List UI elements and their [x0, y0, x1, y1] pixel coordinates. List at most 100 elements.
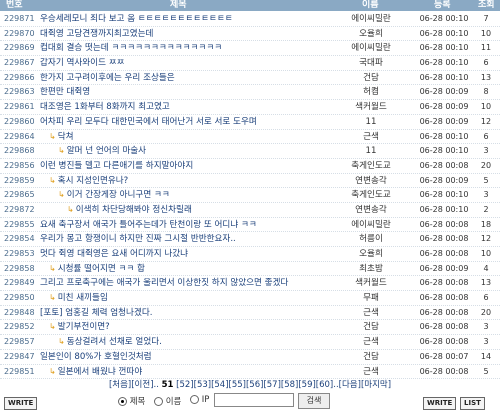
post-author[interactable]: 오율희	[330, 247, 412, 262]
post-title-link[interactable]: 알머 넌 언어의 마술사	[67, 146, 146, 156]
post-title-cell[interactable]: 갑자기 역사와이드 ㅉㅉ	[40, 56, 330, 71]
post-title-link[interactable]: 이런 병진들 델고 다른애기를 하지말아야지	[40, 161, 193, 171]
post-title-link[interactable]: 우리가 몽고 항쟁이니 하지만 진짜 그시절 반반한요자..	[40, 234, 236, 244]
post-title-link[interactable]: 멋다 쥑영 대쥑영은 요새 어디까지 나갔냐	[40, 249, 188, 259]
radio-ip[interactable]	[190, 395, 199, 404]
post-title-cell[interactable]: 한편만 대쥑영	[40, 85, 330, 100]
post-author[interactable]: 국대파	[330, 56, 412, 71]
post-title-link[interactable]: 미친 새끼들임	[58, 293, 108, 303]
post-author[interactable]: 근색	[330, 306, 412, 321]
post-title-link[interactable]: 동상걸려서 선채로 얼었다.	[67, 337, 162, 347]
post-title-cell[interactable]: ↳ 발기부전이면?	[40, 320, 339, 335]
pagination-prev[interactable]: [이전]..	[131, 380, 159, 390]
post-title-link[interactable]: 갑자기 역사와이드 ㅉㅉ	[40, 58, 125, 68]
post-author[interactable]: 근색	[330, 130, 412, 145]
post-title-cell[interactable]: 멋다 쥑영 대쥑영은 요새 어디까지 나갔냐	[40, 247, 330, 262]
post-title-link[interactable]: 이색히 차단당해봐야 정신차릴래	[76, 205, 192, 215]
post-title-cell[interactable]: ↳ 이색히 차단당해봐야 정신차릴래	[40, 203, 357, 218]
search-button[interactable]: 검색	[298, 393, 330, 409]
post-title-cell[interactable]: ↳ 혹시 지성인면유나?	[40, 174, 339, 189]
post-title-link[interactable]: 혹시 지성인면유나?	[58, 176, 129, 186]
post-title-link[interactable]: 한가지 고구려이후에는 우리 조상들은	[40, 73, 175, 83]
post-author[interactable]: 건담	[330, 320, 412, 335]
post-author[interactable]: 축게인도교	[330, 159, 412, 174]
post-title-link[interactable]: 발기부전이면?	[58, 322, 110, 332]
post-title-cell[interactable]: ↳ 알머 넌 언어의 마술사	[40, 144, 348, 159]
pagination-page[interactable]: [59]	[298, 380, 315, 390]
post-author[interactable]: 11	[330, 144, 412, 159]
post-title-link[interactable]: 시청률 떨어지면 ㅋㅋ 합	[58, 264, 145, 274]
post-title-cell[interactable]: ↳ 동상걸려서 선채로 얼었다.	[40, 335, 348, 350]
pagination-page[interactable]: [55]	[229, 380, 246, 390]
post-title-cell[interactable]: 그리고 프로축구에는 애국가 울리면서 이상한짓 하지 않았으면 좋겠다	[40, 276, 330, 291]
post-title-cell[interactable]: 한가지 고구려이후에는 우리 조상들은	[40, 71, 330, 86]
post-author[interactable]: 에이씨밀란	[330, 41, 412, 56]
pagination-first[interactable]: [처음]	[109, 380, 131, 390]
pagination-page[interactable]: [54]	[211, 380, 228, 390]
post-title-cell[interactable]: 대조영은 1화부터 8화까지 최고였고	[40, 100, 330, 115]
post-title-cell[interactable]: 우승세레모니 죄다 보고 옴 ㅌㅌㅌㅌㅌㅌㅌㅌㅌㅌㅌㅌ	[40, 12, 330, 27]
post-title-link[interactable]: 한편만 대쥑영	[40, 87, 90, 97]
pagination-page[interactable]: [53]	[194, 380, 211, 390]
post-title-link[interactable]: 일본에서 배웠냐 껀따야	[58, 367, 143, 377]
post-author[interactable]: 축게인도교	[330, 188, 412, 203]
post-title-link[interactable]: 어차피 우리 모두다 대한민국에서 태어난거 서로 서로 도우며	[40, 117, 257, 127]
post-author[interactable]: 연변송각	[330, 203, 412, 218]
write-button-right[interactable]: WRITE	[423, 397, 457, 410]
pagination-page[interactable]: [56]	[246, 380, 263, 390]
post-title-link[interactable]: [포토] 엄홍길 체력 엄청나겠다.	[40, 308, 153, 318]
post-title-link[interactable]: 그리고 프로축구에는 애국가 울리면서 이상한짓 하지 않았으면 좋겠다	[40, 278, 288, 288]
post-title-cell[interactable]: ↳ 미친 새끼들임	[40, 291, 339, 306]
post-title-link[interactable]: 대쥑영 고당견쟁까지최고였는데	[40, 29, 153, 39]
post-author[interactable]: 에이씨밀란	[330, 12, 412, 27]
post-author[interactable]: 색커월드	[330, 276, 412, 291]
post-title-cell[interactable]: 요새 축구장서 애국가 틀어주는데가 탄천이랑 또 어디냐 ㅋㅋ	[40, 218, 330, 233]
post-author[interactable]: 색커월드	[330, 100, 412, 115]
post-title-cell[interactable]: 대쥑영 고당견쟁까지최고였는데	[40, 27, 330, 42]
post-title-link[interactable]: 요새 축구장서 애국가 틀어주는데가 탄천이랑 또 어디냐 ㅋㅋ	[40, 220, 257, 230]
post-author[interactable]: 허름이	[330, 232, 412, 247]
post-author[interactable]: 건담	[330, 71, 412, 86]
post-title-cell[interactable]: 컵대회 결승 떳는데 ㅋㅋㅋㅋㅋㅋㅋㅋㅋㅋㅋㅋㅋㅋ	[40, 41, 330, 56]
post-author[interactable]: 근색	[330, 335, 412, 350]
post-author[interactable]: 에이씨밀란	[330, 218, 412, 233]
pagination-page[interactable]: [60]	[316, 380, 333, 390]
radio-title[interactable]	[118, 397, 127, 406]
post-title-cell[interactable]: ↳ 이거 간장게장 아니구면 ㅋㅋ	[40, 188, 348, 203]
radio-name[interactable]	[154, 397, 163, 406]
pagination-last[interactable]: [마지막]	[361, 380, 391, 390]
post-title-cell[interactable]: [포토] 엄홍길 체력 엄청나겠다.	[40, 306, 330, 321]
post-author[interactable]: 허켬	[330, 85, 412, 100]
pagination-next[interactable]: ..[다음]	[333, 380, 361, 390]
post-author[interactable]: 오율희	[330, 27, 412, 42]
search-option-name[interactable]: 이름	[154, 395, 181, 407]
post-title-cell[interactable]: ↳ 닥쳐	[40, 130, 339, 145]
post-author[interactable]: 11	[330, 115, 412, 130]
post-author[interactable]: 건담	[330, 350, 412, 365]
post-title-link[interactable]: 닥쳐	[58, 132, 74, 142]
post-author[interactable]: 최초밤	[330, 262, 412, 277]
post-title-link[interactable]: 우승세레모니 죄다 보고 옴 ㅌㅌㅌㅌㅌㅌㅌㅌㅌㅌㅌㅌ	[40, 14, 233, 24]
post-author[interactable]: 무패	[330, 291, 412, 306]
post-title-cell[interactable]: 어차피 우리 모두다 대한민국에서 태어난거 서로 서로 도우며	[40, 115, 330, 130]
pagination-page[interactable]: [58]	[281, 380, 298, 390]
write-button-left[interactable]: WRITE	[4, 397, 38, 410]
post-title-cell[interactable]: 이런 병진들 델고 다른애기를 하지말아야지	[40, 159, 330, 174]
post-title-cell[interactable]: ↳ 일본에서 배웠냐 껀따야	[40, 365, 339, 380]
post-title-link[interactable]: 대조영은 1화부터 8화까지 최고였고	[40, 102, 170, 112]
search-option-ip[interactable]: IP	[190, 395, 209, 405]
list-button[interactable]: LIST	[460, 397, 485, 410]
post-title-link[interactable]: 컵대회 결승 떳는데 ㅋㅋㅋㅋㅋㅋㅋㅋㅋㅋㅋㅋㅋㅋ	[40, 43, 222, 53]
reply-arrow-icon: ↳	[49, 293, 56, 303]
post-title-cell[interactable]: 우리가 몽고 항쟁이니 하지만 진짜 그시절 반반한요자..	[40, 232, 330, 247]
post-title-cell[interactable]: ↳ 시청률 떨어지면 ㅋㅋ 합	[40, 262, 339, 277]
post-title-link[interactable]: 이거 간장게장 아니구면 ㅋㅋ	[67, 190, 170, 200]
post-title-cell[interactable]: 일본인이 80%가 호혈인것처럼	[40, 350, 330, 365]
search-option-title[interactable]: 제목	[118, 395, 145, 407]
search-input[interactable]	[214, 393, 294, 407]
pagination-page[interactable]: [57]	[263, 380, 280, 390]
post-author[interactable]: 근색	[330, 365, 412, 380]
post-title-link[interactable]: 일본인이 80%가 호혈인것처럼	[40, 352, 152, 362]
post-author[interactable]: 연변송각	[330, 174, 412, 189]
pagination-page[interactable]: [52]	[176, 380, 193, 390]
